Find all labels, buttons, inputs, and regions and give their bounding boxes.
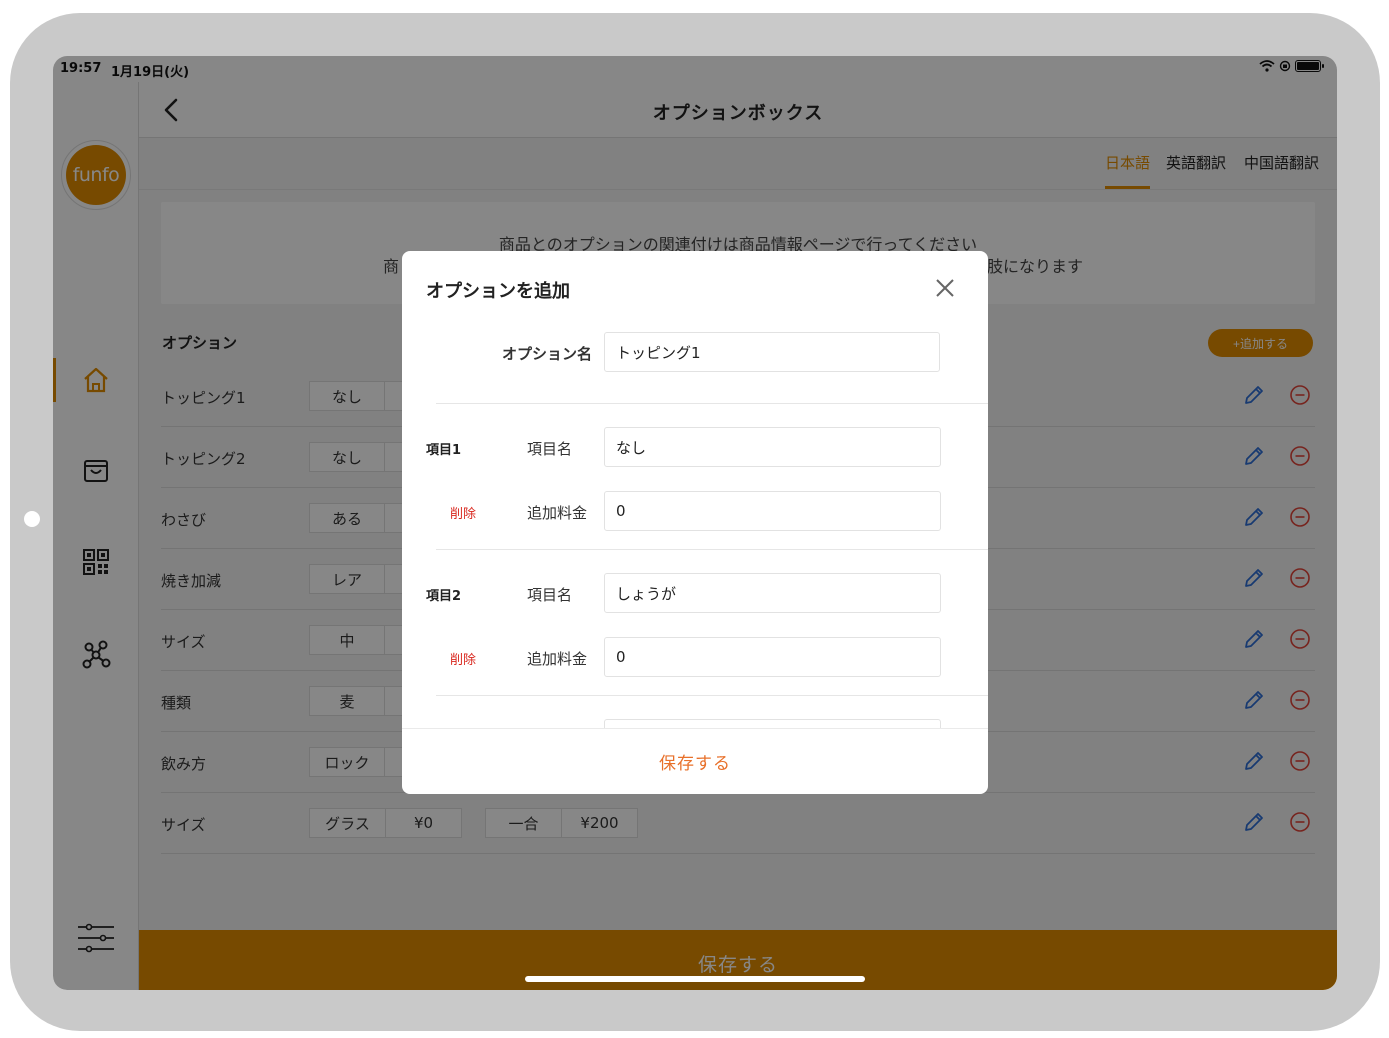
item-1-label: 項目1 bbox=[426, 443, 462, 458]
dialog-footer: 保存する bbox=[402, 728, 988, 794]
option-name-input[interactable]: トッピング1 bbox=[604, 332, 940, 372]
item-price-label: 追加料金 bbox=[527, 504, 588, 522]
item-2-price-input[interactable]: 0 bbox=[604, 637, 941, 677]
item-price-label: 追加料金 bbox=[527, 650, 588, 668]
option-name-label: オプション名 bbox=[502, 345, 593, 363]
section-divider bbox=[436, 403, 988, 404]
item-2-delete-link[interactable]: 削除 bbox=[450, 649, 476, 668]
screen: 19:57 1月19日(火) funfo オプションボックス 日本語 英語翻訳 … bbox=[53, 56, 1337, 990]
dialog-title: オプションを追加 bbox=[426, 281, 570, 302]
item-2-name-input[interactable]: しょうが bbox=[604, 573, 941, 613]
add-option-dialog: オプションを追加 オプション名 トッピング1 項目1 項目名 なし 削除 追加料… bbox=[402, 251, 988, 794]
item-name-label: 項目名 bbox=[527, 586, 573, 604]
item-3-name-input[interactable] bbox=[604, 719, 941, 728]
item-1-delete-link[interactable]: 削除 bbox=[450, 503, 476, 522]
section-divider bbox=[436, 549, 988, 550]
item-1-price-input[interactable]: 0 bbox=[604, 491, 941, 531]
item-1-name-input[interactable]: なし bbox=[604, 427, 941, 467]
item-name-label: 項目名 bbox=[527, 440, 573, 458]
device-home-button bbox=[24, 511, 40, 527]
home-indicator[interactable] bbox=[525, 976, 865, 982]
dialog-save-button[interactable]: 保存する bbox=[402, 749, 988, 774]
dialog-body: オプション名 トッピング1 項目1 項目名 なし 削除 追加料金 0 項目2 項… bbox=[402, 331, 988, 728]
section-divider bbox=[436, 695, 988, 696]
item-2-label: 項目2 bbox=[426, 589, 462, 604]
close-icon[interactable] bbox=[934, 277, 956, 299]
